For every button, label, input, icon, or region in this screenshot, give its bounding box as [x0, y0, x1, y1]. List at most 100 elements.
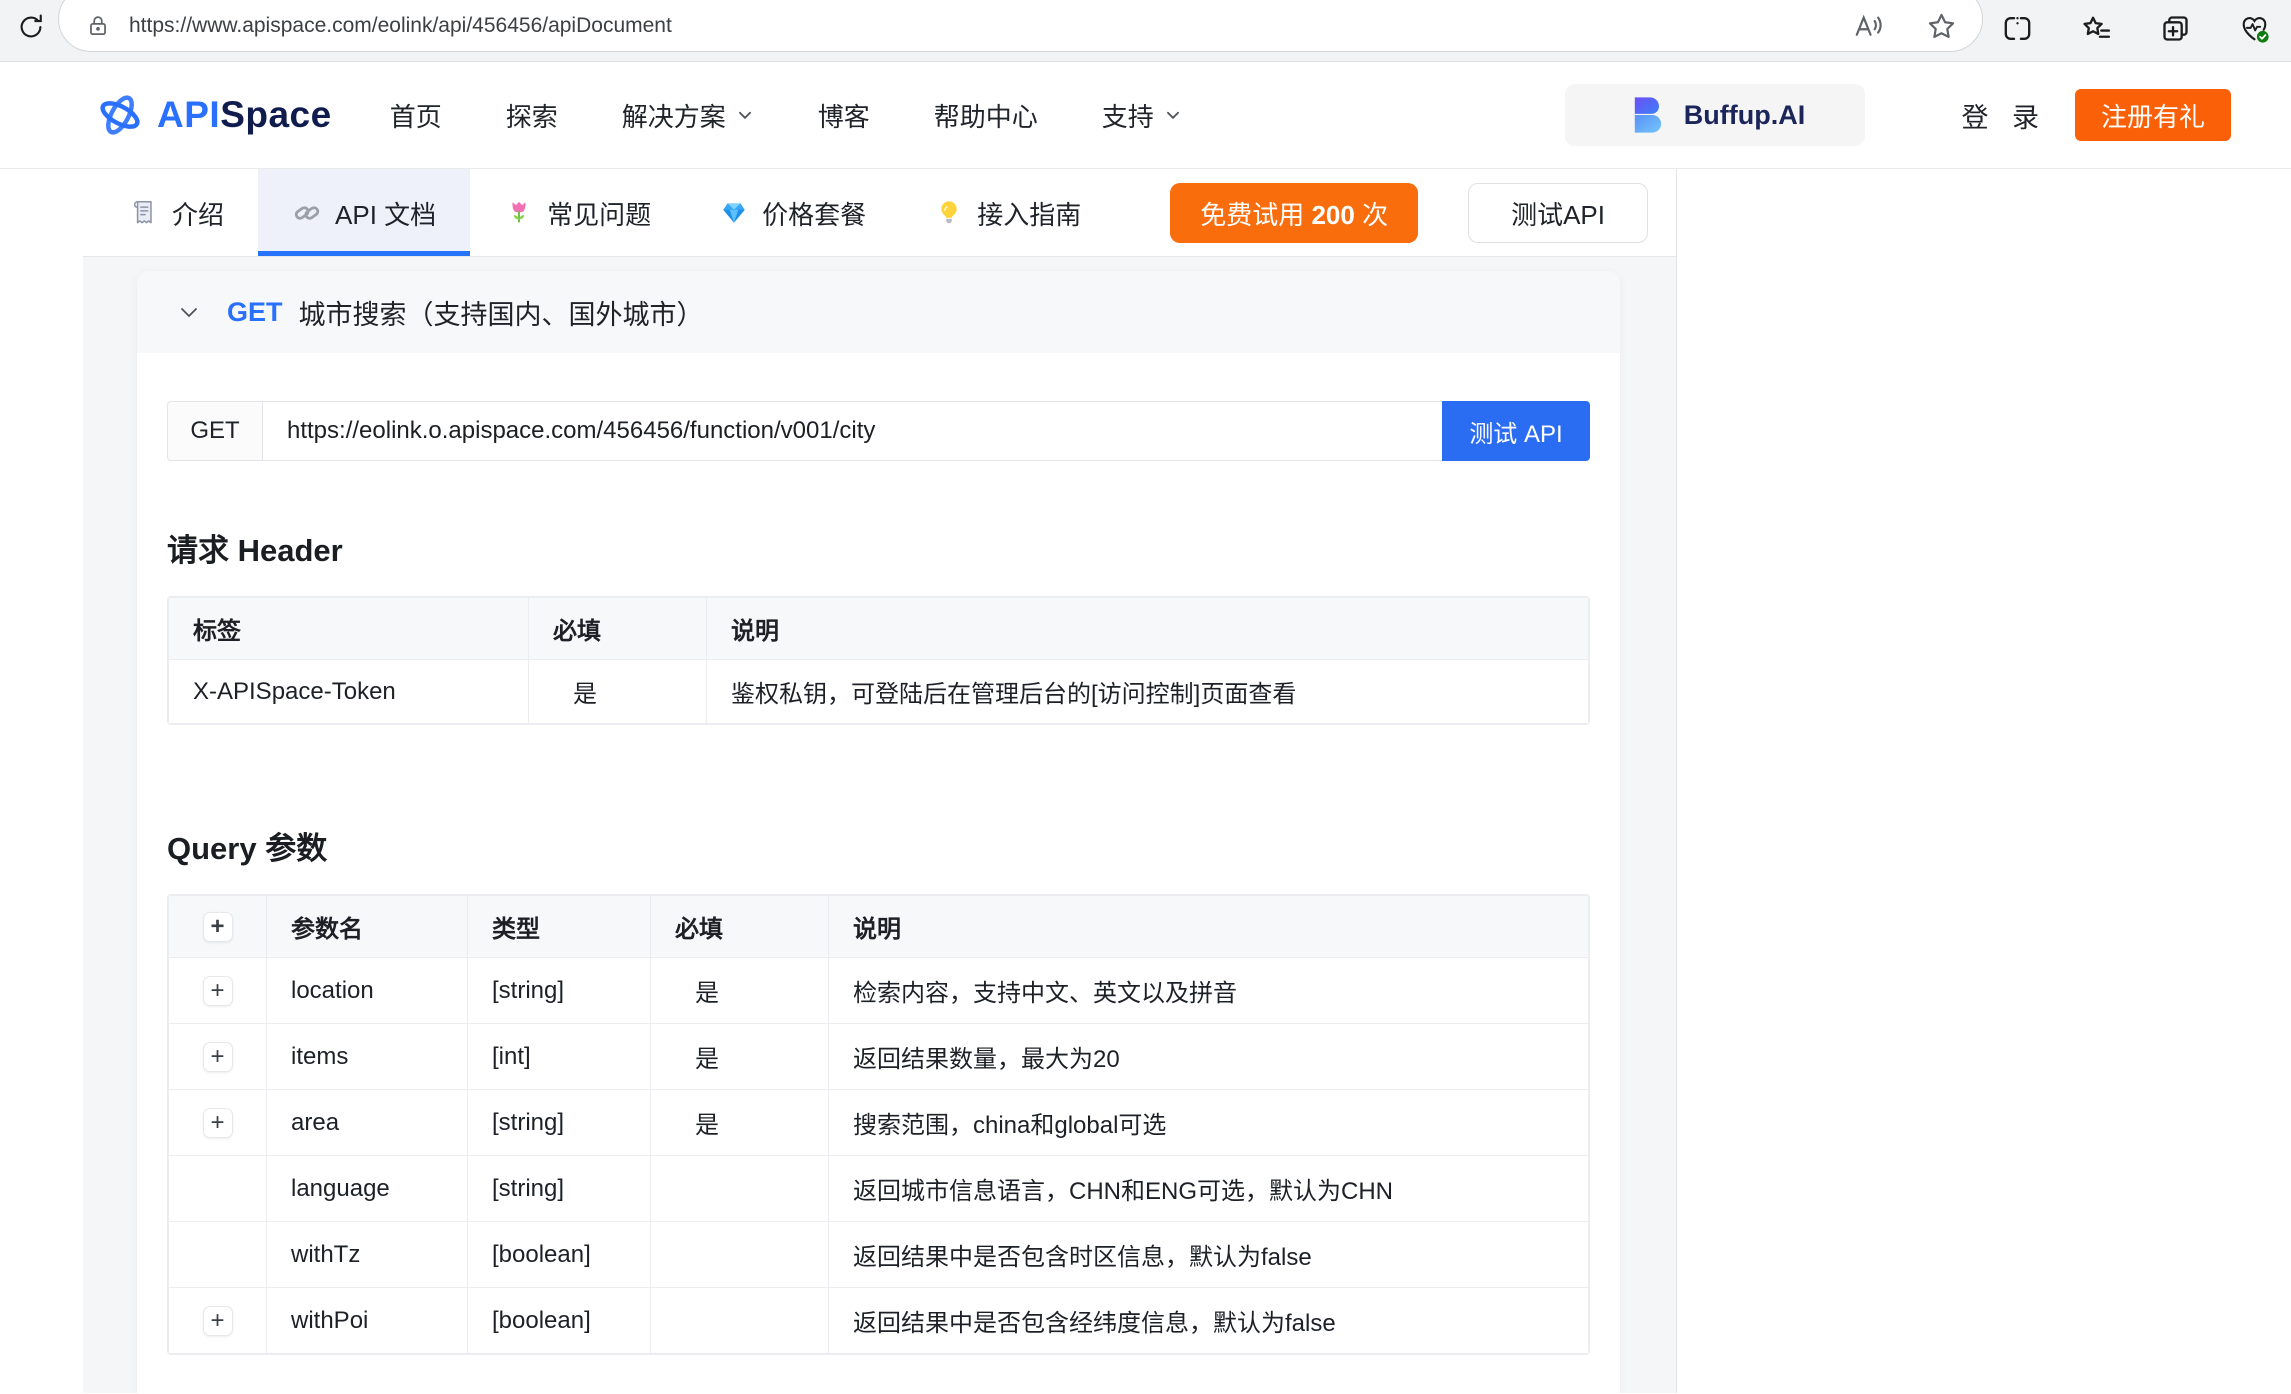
expand-row-button[interactable]: + — [203, 976, 233, 1006]
collections-icon[interactable] — [2159, 12, 2192, 45]
required-cell: 是 — [651, 958, 829, 1024]
param-type-cell: [string] — [468, 958, 651, 1024]
free-trial-button[interactable]: 免费试用 200 次 — [1170, 183, 1418, 243]
favorites-icon[interactable] — [2080, 12, 2113, 45]
param-name-cell: items — [267, 1024, 468, 1090]
param-name-cell: language — [267, 1156, 468, 1222]
favorite-star-icon[interactable] — [1925, 10, 1958, 43]
bulb-icon — [934, 198, 964, 228]
column-header: 必填 — [651, 896, 829, 958]
buffup-ai-banner[interactable]: Buffup.AI — [1565, 84, 1865, 146]
column-header: 标签 — [169, 598, 529, 660]
table-row: language [string] 返回城市信息语言，CHN和ENG可选，默认为… — [169, 1156, 1589, 1222]
chevron-down-icon — [736, 106, 754, 124]
expand-row-button[interactable]: + — [203, 1108, 233, 1138]
table-header-row: + 参数名 类型 必填 说明 — [169, 896, 1589, 958]
expand-row-button[interactable]: + — [203, 1306, 233, 1336]
param-name-cell: withTz — [267, 1222, 468, 1288]
param-name-cell: location — [267, 958, 468, 1024]
browser-toolbar: https://www.apispace.com/eolink/api/4564… — [0, 0, 2291, 62]
reload-icon[interactable] — [12, 8, 50, 46]
run-test-api-button[interactable]: 测试 API — [1442, 401, 1590, 461]
description-cell: 返回结果数量，最大为20 — [829, 1024, 1589, 1090]
column-header: 类型 — [468, 896, 651, 958]
nav-item-home[interactable]: 首页 — [390, 97, 442, 134]
buffup-logo-icon — [1626, 93, 1670, 137]
add-param-button[interactable]: + — [203, 912, 233, 942]
expand-row-button[interactable]: + — [203, 1042, 233, 1072]
endpoint-method-badge: GET — [227, 297, 283, 328]
request-url-row: GET 测试 API — [167, 401, 1590, 461]
header-name-cell: X-APISpace-Token — [169, 660, 529, 724]
nav-item-support[interactable]: 支持 — [1102, 97, 1182, 134]
request-header-table: 标签 必填 说明 X-APISpace-Token 是 鉴权私钥，可登陆后在管理… — [168, 597, 1589, 724]
apispace-logo[interactable]: APISpace — [93, 88, 332, 142]
lock-icon — [85, 13, 111, 39]
table-row: + area [string] 是 搜索范围，china和global可选 — [169, 1090, 1589, 1156]
column-header: 说明 — [707, 598, 1589, 660]
tab-pricing[interactable]: 价格套餐 — [685, 169, 900, 257]
buffup-brand-text: Buffup.AI — [1684, 100, 1805, 131]
tab-faq[interactable]: 常见问题 — [470, 169, 685, 257]
main-nav: 首页 探索 解决方案 博客 帮助中心 支持 — [390, 97, 1182, 134]
url-text[interactable]: https://www.apispace.com/eolink/api/4564… — [129, 14, 1852, 38]
column-header: 参数名 — [267, 896, 468, 958]
required-cell: 是 — [529, 660, 707, 724]
param-type-cell: [boolean] — [468, 1288, 651, 1354]
required-cell — [651, 1156, 829, 1222]
table-row: withTz [boolean] 返回结果中是否包含时区信息，默认为false — [169, 1222, 1589, 1288]
column-header: 说明 — [829, 896, 1589, 958]
register-button[interactable]: 注册有礼 — [2075, 89, 2231, 141]
tab-guide[interactable]: 接入指南 — [900, 169, 1115, 257]
param-name-cell: area — [267, 1090, 468, 1156]
nav-item-explore[interactable]: 探索 — [506, 97, 558, 134]
site-header: APISpace 首页 探索 解决方案 博客 帮助中心 支持 — [0, 62, 2291, 169]
table-header-row: 标签 必填 说明 — [169, 598, 1589, 660]
description-cell: 返回结果中是否包含经纬度信息，默认为false — [829, 1288, 1589, 1354]
gem-icon — [719, 198, 749, 228]
test-api-tab-button[interactable]: 测试API — [1468, 183, 1648, 243]
tab-intro[interactable]: 介绍 — [95, 169, 258, 257]
read-aloud-icon[interactable] — [1852, 10, 1885, 43]
browser-essentials-icon[interactable] — [2238, 12, 2271, 45]
chevron-down-icon — [1164, 106, 1182, 124]
doc-main-column: 介绍 API 文档 常见问题 — [0, 169, 1676, 1393]
document-icon — [129, 198, 159, 228]
nav-item-solutions[interactable]: 解决方案 — [622, 97, 754, 134]
table-row: X-APISpace-Token 是 鉴权私钥，可登陆后在管理后台的[访问控制]… — [169, 660, 1589, 724]
nav-item-blog[interactable]: 博客 — [818, 97, 870, 134]
right-empty-panel — [1676, 169, 2291, 1393]
table-row: + location [string] 是 检索内容，支持中文、英文以及拼音 — [169, 958, 1589, 1024]
description-cell: 鉴权私钥，可登陆后在管理后台的[访问控制]页面查看 — [707, 660, 1589, 724]
split-screen-icon[interactable] — [2001, 12, 2034, 45]
address-bar[interactable]: https://www.apispace.com/eolink/api/4564… — [58, 0, 1983, 52]
param-type-cell: [int] — [468, 1024, 651, 1090]
apispace-logo-text: APISpace — [157, 94, 332, 136]
description-cell: 检索内容，支持中文、英文以及拼音 — [829, 958, 1589, 1024]
param-type-cell: [boolean] — [468, 1222, 651, 1288]
description-cell: 返回城市信息语言，CHN和ENG可选，默认为CHN — [829, 1156, 1589, 1222]
description-cell: 返回结果中是否包含时区信息，默认为false — [829, 1222, 1589, 1288]
login-link[interactable]: 登 录 — [1961, 96, 2047, 135]
required-cell — [651, 1222, 829, 1288]
chevron-down-icon[interactable] — [177, 300, 201, 324]
required-cell: 是 — [651, 1024, 829, 1090]
param-name-cell: withPoi — [267, 1288, 468, 1354]
apispace-logo-icon — [93, 88, 147, 142]
tab-api-doc[interactable]: API 文档 — [258, 169, 470, 257]
tulip-icon — [504, 198, 534, 228]
table-row: + withPoi [boolean] 返回结果中是否包含经纬度信息，默认为fa… — [169, 1288, 1589, 1354]
query-params-section-title: Query 参数 — [167, 823, 1590, 868]
endpoint-collapse-header[interactable]: GET 城市搜索（支持国内、国外城市） — [137, 271, 1620, 353]
request-header-section-title: 请求 Header — [167, 525, 1590, 570]
description-cell: 搜索范围，china和global可选 — [829, 1090, 1589, 1156]
doc-content-area: GET 城市搜索（支持国内、国外城市） GET 测试 API 请求 Header — [83, 257, 1676, 1393]
nav-item-help-center[interactable]: 帮助中心 — [934, 97, 1038, 134]
link-icon — [292, 198, 322, 228]
endpoint-card: GET 城市搜索（支持国内、国外城市） GET 测试 API 请求 Header — [137, 271, 1620, 1393]
param-type-cell: [string] — [468, 1090, 651, 1156]
doc-tab-bar: 介绍 API 文档 常见问题 — [0, 169, 1676, 257]
request-url-input[interactable] — [263, 401, 1442, 461]
table-row: + items [int] 是 返回结果数量，最大为20 — [169, 1024, 1589, 1090]
request-method-box: GET — [167, 401, 263, 461]
